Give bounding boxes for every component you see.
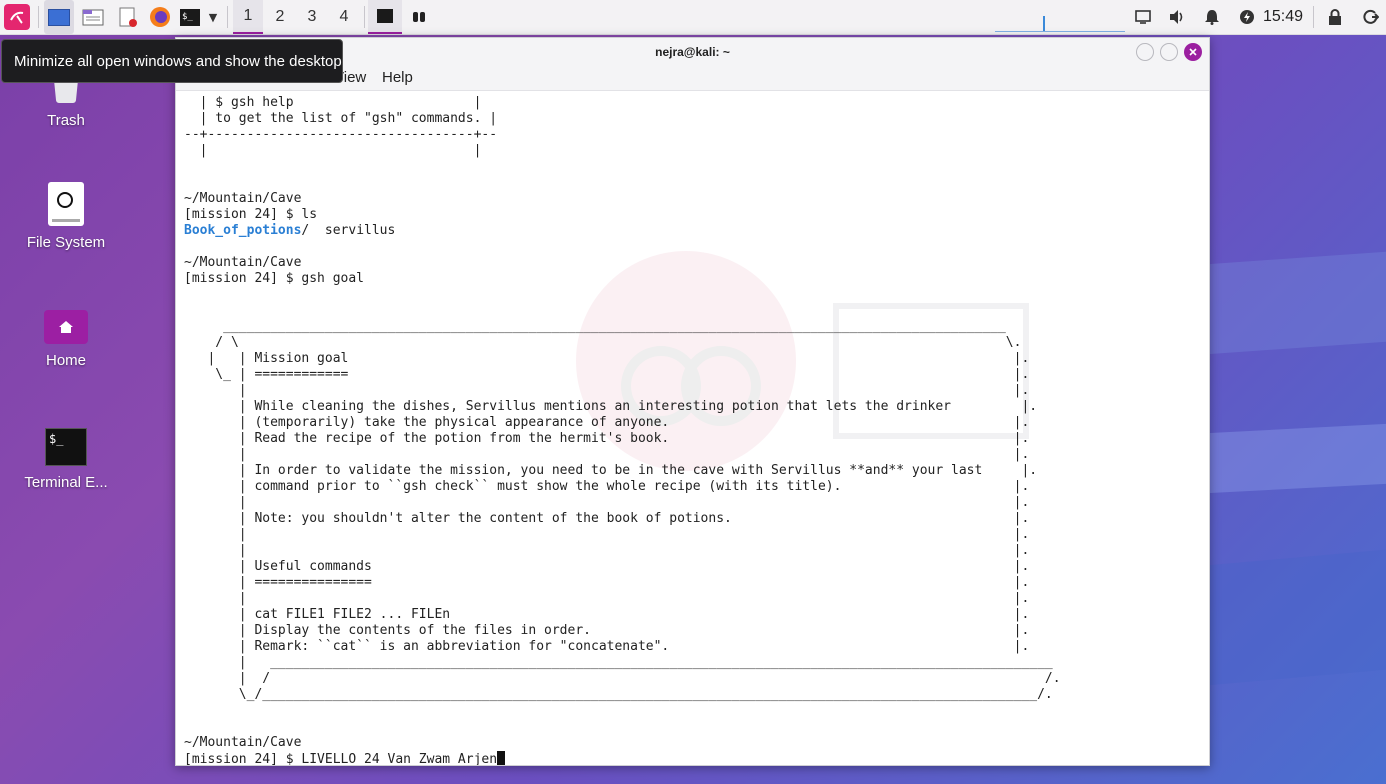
terminal-history: | $ gsh help | | to get the list of "gsh… <box>184 95 498 222</box>
desktop-icon-terminal[interactable]: $_ Terminal E... <box>11 428 121 491</box>
desktop-icon <box>48 8 70 26</box>
panel-separator <box>38 6 39 28</box>
top-panel: $_ ▼ 1 2 3 4 15:49 <box>0 0 1386 35</box>
desktop-icon-home[interactable]: Home <box>11 310 121 369</box>
folder-icon <box>82 9 104 26</box>
app-icon <box>413 12 425 22</box>
desktop-icon-file-system[interactable]: File System <box>11 182 121 251</box>
workspace-3[interactable]: 3 <box>297 0 327 34</box>
terminal-output[interactable]: | $ gsh help | | to get the list of "gsh… <box>176 91 1209 765</box>
mission-goal-output: ~/Mountain/Cave [mission 24] $ gsh goal … <box>184 255 1061 750</box>
lock-screen-icon[interactable] <box>1322 0 1348 34</box>
desktop-icon-label: Trash <box>47 112 85 129</box>
close-icon <box>1189 48 1197 56</box>
logout-icon[interactable] <box>1358 0 1384 34</box>
desktop-icon-label: File System <box>26 234 106 251</box>
firefox-icon <box>150 7 170 27</box>
desktop-icon-label: Terminal E... <box>24 474 108 491</box>
panel-separator <box>1313 6 1314 28</box>
home-folder-icon <box>44 310 88 344</box>
minimize-button[interactable] <box>1136 43 1154 61</box>
notifications-icon[interactable] <box>1199 0 1225 34</box>
text-editor-icon <box>119 7 137 27</box>
terminal-text: | $ gsh help | | to get the list of "gsh… <box>184 95 1061 765</box>
desktop-icon-label: Home <box>45 352 86 369</box>
panel-separator <box>227 6 228 28</box>
terminal-icon: $_ <box>180 8 200 26</box>
workspace-2[interactable]: 2 <box>265 0 295 34</box>
kali-logo-icon <box>4 4 30 30</box>
drive-icon <box>48 182 84 226</box>
terminal-icon: $_ <box>45 428 87 466</box>
directory-entry: Book_of_potions <box>184 223 302 238</box>
text-editor-launcher[interactable] <box>114 0 142 34</box>
network-icon[interactable] <box>1130 0 1156 34</box>
current-prompt[interactable]: [mission 24] $ LIVELLO 24 Van Zwam Arjen <box>184 752 497 765</box>
menu-help[interactable]: Help <box>382 69 413 86</box>
show-desktop-tooltip: Minimize all open windows and show the d… <box>1 39 343 83</box>
show-desktop-button[interactable] <box>44 0 74 34</box>
panel-separator <box>364 6 365 28</box>
terminal-icon <box>377 9 393 23</box>
clock[interactable]: 15:49 <box>1262 0 1304 34</box>
file-manager-launcher[interactable] <box>79 0 107 34</box>
kali-menu-button[interactable] <box>2 0 32 34</box>
taskbar-app-button[interactable] <box>406 0 432 34</box>
text-cursor <box>497 751 506 765</box>
terminal-ls-rest: / servillus <box>301 223 396 238</box>
workspace-4[interactable]: 4 <box>329 0 359 34</box>
firefox-launcher[interactable] <box>146 0 174 34</box>
workspace-1[interactable]: 1 <box>233 0 263 34</box>
maximize-button[interactable] <box>1160 43 1178 61</box>
cpu-graph <box>995 14 1125 34</box>
taskbar-terminal-button[interactable] <box>368 0 402 34</box>
terminal-window[interactable]: nejra@kali: ~ File Actions Edit View Hel… <box>175 37 1210 766</box>
terminal-launcher[interactable]: $_ <box>178 0 202 34</box>
chevron-down-icon[interactable]: ▼ <box>204 0 222 34</box>
volume-icon[interactable] <box>1164 0 1190 34</box>
power-manager-icon[interactable] <box>1234 0 1260 34</box>
close-button[interactable] <box>1184 43 1202 61</box>
